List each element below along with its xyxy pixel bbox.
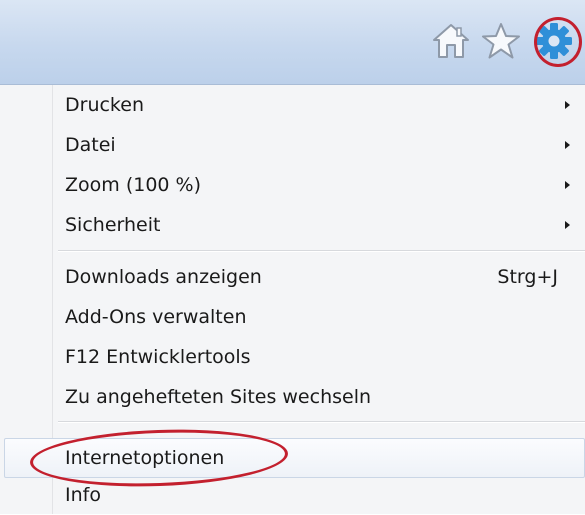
menu-item-downloads[interactable]: Downloads anzeigen Strg+J: [0, 257, 585, 297]
menu-item-drucken[interactable]: Drucken: [0, 85, 585, 125]
home-icon[interactable]: [428, 14, 474, 68]
menu-item-sicherheit[interactable]: Sicherheit: [0, 205, 585, 245]
toolbar: [0, 0, 585, 85]
tools-menu: Drucken Datei Zoom (100 %) Sicherheit Do…: [0, 85, 585, 514]
menu-item-addons[interactable]: Add-Ons verwalten: [0, 297, 585, 337]
menu-item-label: Internetoptionen: [65, 447, 225, 469]
menu-separator: [58, 250, 585, 252]
menu-separator: [58, 421, 585, 423]
tools-gear-icon[interactable]: [531, 14, 577, 68]
submenu-arrow-icon: [565, 221, 570, 229]
menu-item-info[interactable]: Info: [0, 475, 585, 515]
menu-item-label: Downloads anzeigen: [65, 266, 262, 288]
keyboard-shortcut: Strg+J: [497, 266, 558, 288]
favorites-star-icon[interactable]: [478, 14, 524, 68]
menu-item-label: Datei: [65, 134, 116, 156]
menu-item-label: Sicherheit: [65, 214, 161, 236]
menu-item-label: Zu angehefteten Sites wechseln: [65, 386, 372, 408]
menu-item-zoom[interactable]: Zoom (100 %): [0, 165, 585, 205]
menu-item-label: Add-Ons verwalten: [65, 306, 247, 328]
menu-item-internetoptionen[interactable]: Internetoptionen: [4, 438, 585, 478]
menu-item-label: Drucken: [65, 94, 144, 116]
menu-item-label: Zoom (100 %): [65, 174, 201, 196]
menu-item-pinned-sites[interactable]: Zu angehefteten Sites wechseln: [0, 377, 585, 417]
menu-item-label: F12 Entwicklertools: [65, 346, 251, 368]
submenu-arrow-icon: [565, 141, 570, 149]
submenu-arrow-icon: [565, 101, 570, 109]
menu-item-f12-devtools[interactable]: F12 Entwicklertools: [0, 337, 585, 377]
menu-item-datei[interactable]: Datei: [0, 125, 585, 165]
menu-item-label: Info: [65, 484, 101, 506]
submenu-arrow-icon: [565, 181, 570, 189]
